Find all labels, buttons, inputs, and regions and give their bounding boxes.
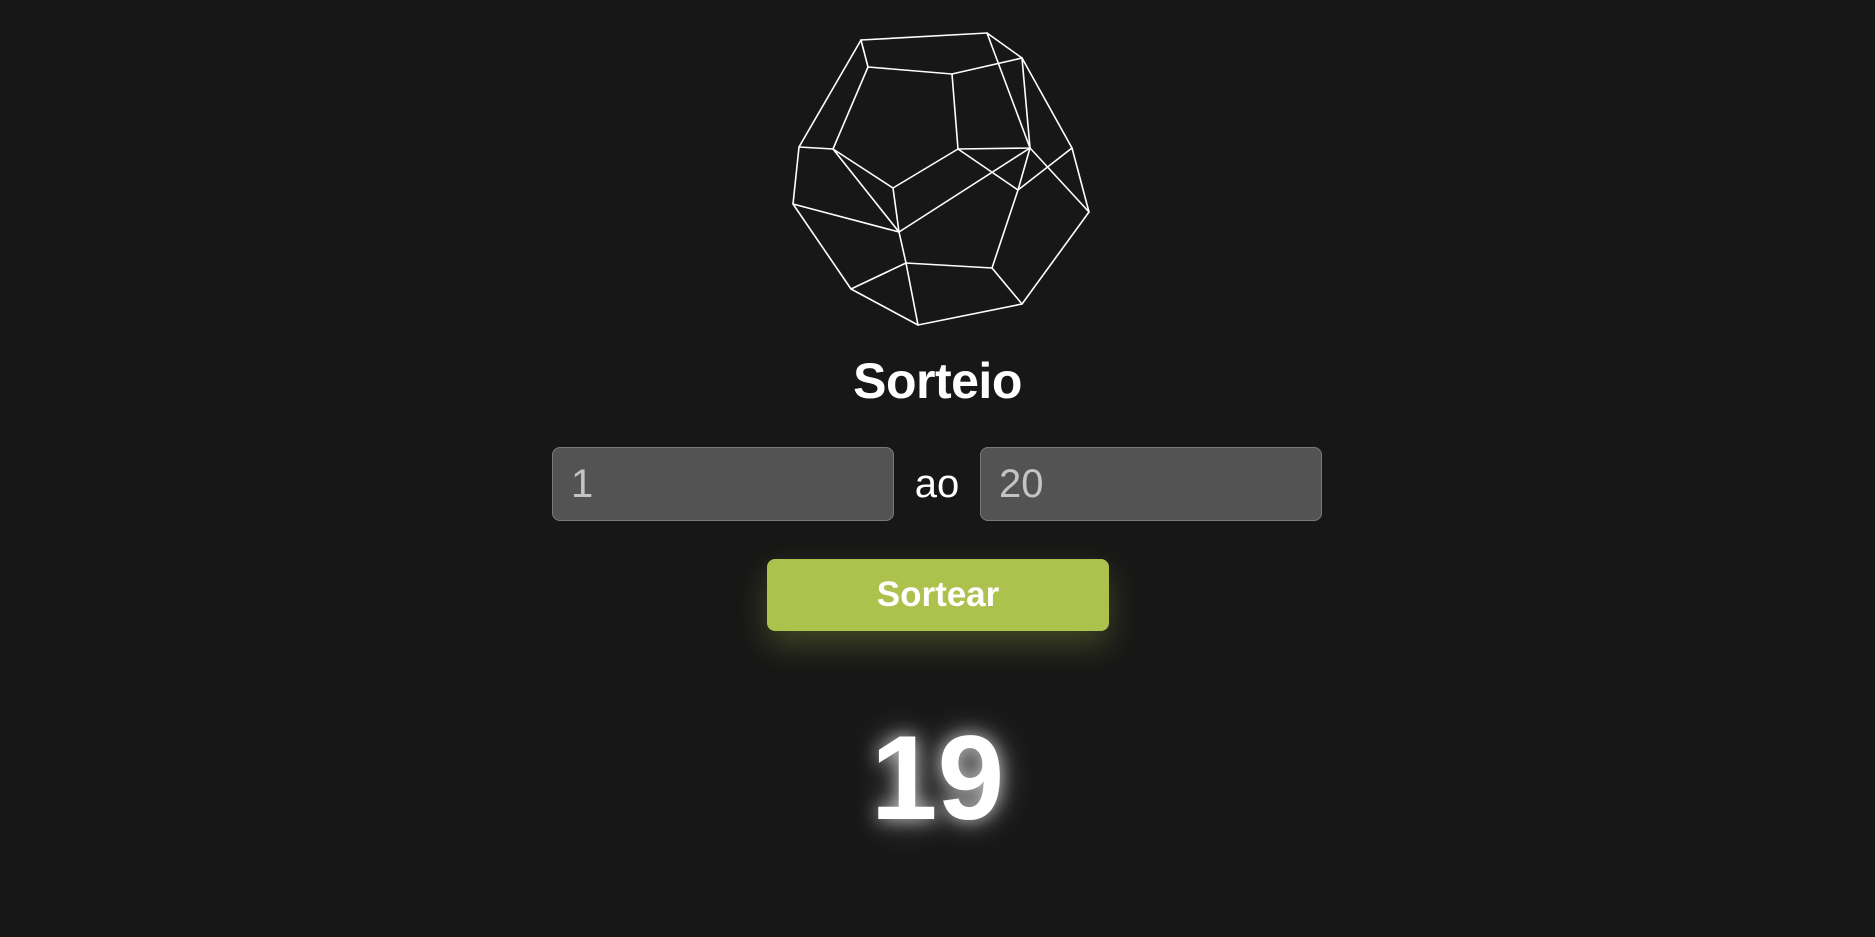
range-min-input[interactable] — [552, 447, 894, 521]
range-max-input[interactable] — [980, 447, 1322, 521]
range-selector: ao — [552, 447, 1323, 521]
range-separator-label: ao — [914, 462, 960, 506]
page: Sorteio ao Sortear 19 — [0, 0, 1875, 937]
draw-button[interactable]: Sortear — [767, 559, 1109, 631]
dodecahedron-icon — [785, 25, 1095, 330]
page-title: Sorteio — [853, 353, 1022, 409]
draw-result: 19 — [870, 711, 1005, 845]
